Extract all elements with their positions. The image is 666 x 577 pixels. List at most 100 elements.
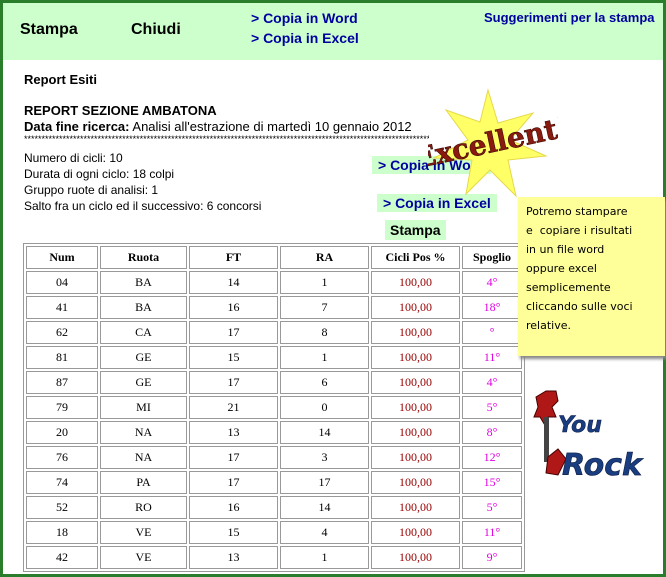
cell-ruota: GE <box>100 346 187 369</box>
table-row: 41 BA 16 7 100,00 18° <box>26 296 522 319</box>
info-durata: Durata di ogni ciclo: 18 colpi <box>24 167 175 181</box>
cell-num: 74 <box>26 471 98 494</box>
cell-ft: 14 <box>189 271 278 294</box>
table-row: 18 VE 15 4 100,00 11° <box>26 521 522 544</box>
note-line: Potremo stampare <box>526 205 628 218</box>
cell-ruota: PA <box>100 471 187 494</box>
info-cicli: Numero di cicli: 10 <box>24 151 123 165</box>
header-cicli-pos: Cicli Pos % <box>371 246 460 269</box>
cell-ft: 15 <box>189 346 278 369</box>
cell-ft: 16 <box>189 496 278 519</box>
cell-cicli-pos: 100,00 <box>371 396 460 419</box>
cell-spoglio: 5° <box>462 396 522 419</box>
copia-word-link[interactable]: > Copia in Word <box>251 10 358 26</box>
cell-cicli-pos: 100,00 <box>371 521 460 544</box>
table-row: 62 CA 17 8 100,00 ° <box>26 321 522 344</box>
cell-num: 62 <box>26 321 98 344</box>
cell-ra: 1 <box>280 546 369 569</box>
table-row: 04 BA 14 1 100,00 4° <box>26 271 522 294</box>
cell-ruota: NA <box>100 446 187 469</box>
chiudi-button[interactable]: Chiudi <box>131 21 181 39</box>
cell-ra: 0 <box>280 396 369 419</box>
header-ruota: Ruota <box>100 246 187 269</box>
cell-spoglio: 5° <box>462 496 522 519</box>
note-line: semplicemente <box>526 281 611 294</box>
cell-cicli-pos: 100,00 <box>371 546 460 569</box>
hint-note: Potremo stampare e copiare i risultati in … <box>518 197 665 356</box>
cell-spoglio: 4° <box>462 271 522 294</box>
cell-cicli-pos: 100,00 <box>371 271 460 294</box>
cell-cicli-pos: 100,00 <box>371 446 460 469</box>
cell-ruota: VE <box>100 521 187 544</box>
note-line: e copiare i risultati <box>526 224 633 237</box>
cell-spoglio: ° <box>462 321 522 344</box>
cell-ruota: CA <box>100 321 187 344</box>
cell-ft: 17 <box>189 371 278 394</box>
report-title: Report Esiti <box>24 72 97 87</box>
table-row: 87 GE 17 6 100,00 4° <box>26 371 522 394</box>
cell-cicli-pos: 100,00 <box>371 346 460 369</box>
cell-spoglio: 4° <box>462 371 522 394</box>
cell-ft: 16 <box>189 296 278 319</box>
cell-ft: 13 <box>189 421 278 444</box>
table-header-row: Num Ruota FT RA Cicli Pos % Spoglio <box>26 246 522 269</box>
cell-num: 79 <box>26 396 98 419</box>
copia-excel-link[interactable]: > Copia in Excel <box>251 30 359 46</box>
cell-cicli-pos: 100,00 <box>371 496 460 519</box>
cell-cicli-pos: 100,00 <box>371 421 460 444</box>
cell-ra: 6 <box>280 371 369 394</box>
cell-ruota: BA <box>100 271 187 294</box>
cell-ft: 15 <box>189 521 278 544</box>
cell-spoglio: 8° <box>462 421 522 444</box>
cell-ra: 3 <box>280 446 369 469</box>
cell-spoglio: 12° <box>462 446 522 469</box>
cell-cicli-pos: 100,00 <box>371 321 460 344</box>
date-label: Data fine ricerca: <box>24 119 130 134</box>
cell-num: 76 <box>26 446 98 469</box>
cell-ft: 13 <box>189 546 278 569</box>
you-text: You <box>558 413 602 438</box>
cell-ft: 21 <box>189 396 278 419</box>
separator-stars: ****************************************… <box>24 134 429 144</box>
table-body: 04 BA 14 1 100,00 4° 41 BA 16 7 100,00 18° 62 CA 17 8 10… <box>26 271 522 569</box>
cell-ft: 17 <box>189 471 278 494</box>
cell-ruota: GE <box>100 371 187 394</box>
table-row: 81 GE 15 1 100,00 11° <box>26 346 522 369</box>
header-ra: RA <box>280 246 369 269</box>
report-date: Data fine ricerca: Analisi all'estrazion… <box>24 119 412 134</box>
cell-ra: 14 <box>280 496 369 519</box>
cell-spoglio: 9° <box>462 546 522 569</box>
note-line: relative. <box>526 319 571 332</box>
stampa-button[interactable]: Stampa <box>20 21 78 39</box>
cell-spoglio: 11° <box>462 346 522 369</box>
suggerimenti-link[interactable]: Suggerimenti per la stampa <box>484 10 655 25</box>
cell-num: 87 <box>26 371 98 394</box>
cell-num: 04 <box>26 271 98 294</box>
cell-spoglio: 15° <box>462 471 522 494</box>
side-stampa-button[interactable]: Stampa <box>385 220 446 240</box>
cell-ft: 17 <box>189 321 278 344</box>
report-area: Report Esiti REPORT SEZIONE AMBATONA Dat… <box>3 60 665 574</box>
you-rock-sticker: You Rock <box>533 390 644 483</box>
cell-ruota: BA <box>100 296 187 319</box>
cell-ruota: VE <box>100 546 187 569</box>
table-row: 42 VE 13 1 100,00 9° <box>26 546 522 569</box>
cell-cicli-pos: 100,00 <box>371 371 460 394</box>
info-salto: Salto fra un ciclo ed il successivo: 6 c… <box>24 199 262 213</box>
cell-ra: 1 <box>280 271 369 294</box>
header-num: Num <box>26 246 98 269</box>
header-ft: FT <box>189 246 278 269</box>
note-line: cliccando sulle voci <box>526 300 633 313</box>
info-gruppo: Gruppo ruote di analisi: 1 <box>24 183 159 197</box>
toolbar: Stampa Chiudi > Copia in Word > Copia in… <box>3 3 663 60</box>
table-row: 20 NA 13 14 100,00 8° <box>26 421 522 444</box>
table-row: 74 PA 17 17 100,00 15° <box>26 471 522 494</box>
cell-num: 20 <box>26 421 98 444</box>
table-row: 79 MI 21 0 100,00 5° <box>26 396 522 419</box>
cell-ra: 1 <box>280 346 369 369</box>
results-table: Num Ruota FT RA Cicli Pos % Spoglio 04 BA… <box>23 243 525 572</box>
cell-ruota: MI <box>100 396 187 419</box>
excellent-sticker: Excellent! <box>428 88 558 198</box>
cell-ruota: RO <box>100 496 187 519</box>
rock-text: Rock <box>562 448 644 483</box>
